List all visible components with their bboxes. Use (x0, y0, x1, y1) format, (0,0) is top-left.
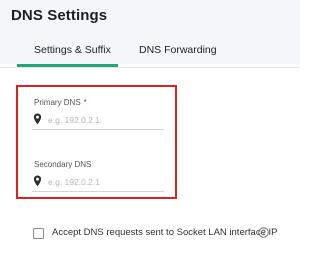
primary-dns-label-text: Primary DNS (34, 98, 81, 107)
secondary-dns-label: Secondary DNS (34, 160, 92, 169)
accept-dns-requests-label[interactable]: Accept DNS requests sent to Socket LAN i… (52, 227, 277, 238)
accept-dns-requests-checkbox[interactable] (33, 228, 44, 239)
primary-dns-input[interactable] (48, 112, 160, 127)
primary-dns-label: Primary DNS * (34, 98, 87, 107)
header-divider (0, 67, 300, 68)
secondary-dns-field[interactable] (32, 173, 164, 192)
page-title: DNS Settings (11, 7, 108, 24)
secondary-dns-input[interactable] (48, 174, 160, 189)
question-circle-icon[interactable] (258, 227, 269, 238)
map-pin-icon (33, 113, 42, 125)
page-header: DNS Settings Settings & Suffix DNS Forwa… (0, 0, 300, 64)
tab-settings-suffix[interactable]: Settings & Suffix (34, 44, 111, 56)
map-pin-icon (33, 175, 42, 187)
required-asterisk: * (83, 98, 87, 107)
primary-dns-field[interactable] (32, 111, 164, 130)
tab-dns-forwarding[interactable]: DNS Forwarding (139, 44, 217, 56)
